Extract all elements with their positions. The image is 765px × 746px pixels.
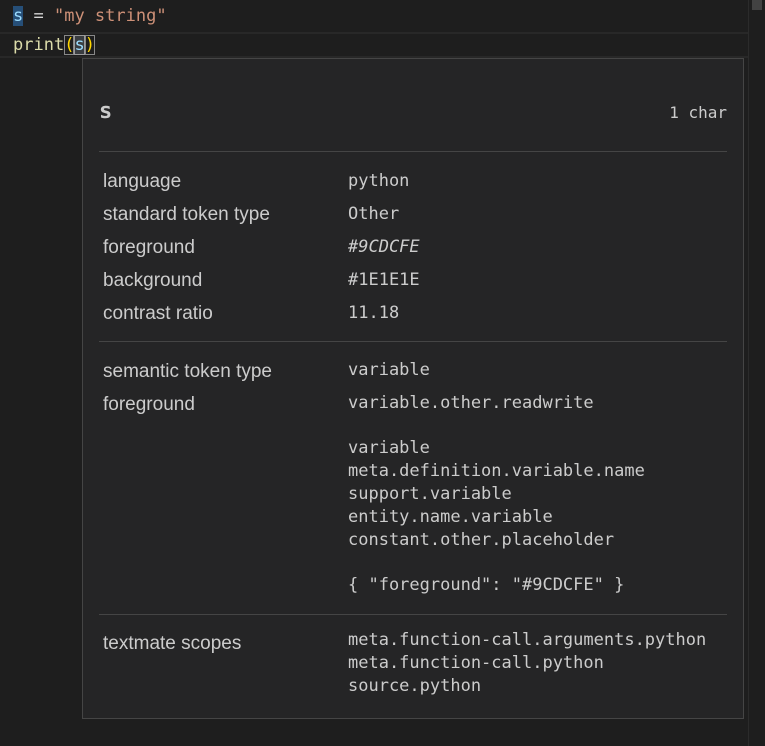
current-line-highlight bbox=[0, 32, 748, 58]
code-line-2[interactable]: print(s) bbox=[13, 34, 95, 57]
vertical-scrollbar[interactable] bbox=[748, 0, 765, 746]
label-semantic-foreground: foreground bbox=[103, 394, 195, 415]
token-open-paren[interactable]: ( bbox=[64, 35, 75, 55]
textmate-scope: meta.function-call.arguments.python bbox=[348, 630, 707, 650]
theme-rule: support.variable bbox=[348, 484, 512, 504]
divider bbox=[99, 151, 727, 152]
token-variable-s-arg[interactable]: s bbox=[74, 35, 85, 55]
code-line-1[interactable]: s = "my string" bbox=[13, 5, 167, 28]
label-contrast-ratio: contrast ratio bbox=[103, 303, 213, 324]
value-standard-token-type: Other bbox=[348, 204, 400, 224]
code-editor[interactable]: s = "my string" print(s) s 1 char langua… bbox=[0, 0, 765, 746]
theme-style: { "foreground": "#9CDCFE" } bbox=[348, 575, 625, 595]
value-semantic-token-type: variable bbox=[348, 360, 430, 380]
theme-rule: entity.name.variable bbox=[348, 507, 553, 527]
label-textmate-scopes: textmate scopes bbox=[103, 633, 242, 654]
scrollbar-thumb[interactable] bbox=[752, 0, 762, 10]
textmate-scope: meta.function-call.python bbox=[348, 653, 604, 673]
textmate-scope: source.python bbox=[348, 676, 482, 696]
inspect-tokens-hover: s 1 char language python standard token … bbox=[82, 58, 744, 719]
value-language: python bbox=[348, 171, 410, 191]
label-semantic-token-type: semantic token type bbox=[103, 361, 272, 382]
token-string[interactable]: "my string" bbox=[54, 6, 167, 26]
theme-rule: meta.definition.variable.name bbox=[348, 461, 645, 481]
value-background: #1E1E1E bbox=[348, 270, 420, 290]
theme-rule: variable bbox=[348, 438, 430, 458]
divider bbox=[99, 614, 727, 615]
label-standard-token-type: standard token type bbox=[103, 204, 270, 225]
label-foreground: foreground bbox=[103, 237, 195, 258]
token-length: 1 char bbox=[669, 103, 727, 122]
token-operator[interactable]: = bbox=[23, 6, 54, 26]
label-background: background bbox=[103, 270, 203, 291]
divider bbox=[99, 341, 727, 342]
value-contrast-ratio: 11.18 bbox=[348, 303, 400, 323]
label-language: language bbox=[103, 171, 182, 192]
hover-title: s bbox=[99, 99, 113, 124]
token-variable-s[interactable]: s bbox=[13, 6, 24, 26]
value-foreground: #9CDCFE bbox=[348, 237, 420, 257]
token-close-paren[interactable]: ) bbox=[84, 35, 95, 55]
token-function-print[interactable]: print bbox=[13, 35, 64, 55]
theme-rule: constant.other.placeholder bbox=[348, 530, 615, 550]
value-semantic-foreground: variable.other.readwrite bbox=[348, 393, 594, 413]
